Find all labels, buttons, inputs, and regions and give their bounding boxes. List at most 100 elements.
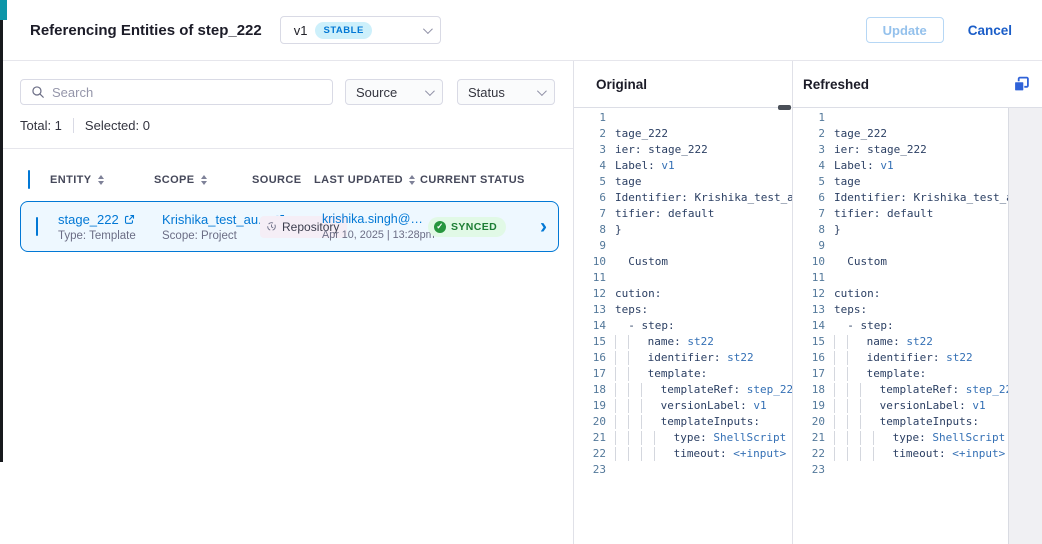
- original-code-editor[interactable]: 12tage_2223ier: stage_2224Label: v15tage…: [574, 108, 792, 478]
- indent-guide-icon: [834, 383, 847, 397]
- code-text: ier: stage_222: [606, 142, 792, 158]
- sort-icon: [98, 175, 104, 185]
- code-text: cution:: [606, 286, 792, 302]
- indent-guide-icon: [628, 399, 641, 413]
- scope-link[interactable]: Krishika_test_au...: [162, 212, 269, 227]
- code-line: 7tifier: default: [574, 206, 792, 222]
- code-line: 10 Custom: [793, 254, 1042, 270]
- code-segment: tifier: default: [834, 207, 933, 220]
- indent-guide-icon: [615, 383, 628, 397]
- column-header-entity[interactable]: ENTITY: [50, 174, 154, 186]
- version-value: v1: [294, 23, 308, 38]
- line-number: 21: [574, 430, 606, 446]
- column-header-last-updated[interactable]: LAST UPDATED: [314, 174, 420, 186]
- code-segment: tage_222: [834, 127, 887, 140]
- code-line: 23: [793, 462, 1042, 478]
- indent-guide-icon: [834, 367, 847, 381]
- code-line: 15 name: st22: [574, 334, 792, 350]
- indent-guide-icon: [860, 415, 873, 429]
- line-number: 2: [574, 126, 606, 142]
- code-line: 4Label: v1: [793, 158, 1042, 174]
- code-line: 15 name: st22: [793, 334, 1042, 350]
- indent-guide-icon: [860, 431, 873, 445]
- code-segment: Custom: [615, 255, 668, 268]
- code-line: 3ier: stage_222: [793, 142, 1042, 158]
- update-button[interactable]: Update: [866, 17, 944, 43]
- table-row[interactable]: stage_222 Type: Template Krishika_test_a…: [20, 201, 559, 252]
- code-segment: v1: [972, 399, 985, 412]
- external-link-icon: [124, 214, 135, 225]
- indent-guide-icon: [847, 367, 860, 381]
- code-segment: cution:: [615, 287, 661, 300]
- indent-guide-icon: [654, 431, 667, 445]
- code-line: 8}: [793, 222, 1042, 238]
- code-line: 19 versionLabel: v1: [793, 398, 1042, 414]
- code-line: 12cution:: [793, 286, 1042, 302]
- line-number: 16: [574, 350, 606, 366]
- code-line: 21 type: ShellScript: [574, 430, 792, 446]
- code-line: 19 versionLabel: v1: [574, 398, 792, 414]
- select-all-checkbox[interactable]: [28, 170, 30, 189]
- code-line: 2tage_222: [793, 126, 1042, 142]
- cancel-button[interactable]: Cancel: [968, 23, 1012, 38]
- line-number: 12: [574, 286, 606, 302]
- line-number: 18: [793, 382, 825, 398]
- code-text: }: [606, 222, 792, 238]
- line-number: 16: [793, 350, 825, 366]
- version-select[interactable]: v1 STABLE: [280, 16, 441, 44]
- chevron-right-icon[interactable]: ›: [540, 216, 561, 237]
- refreshed-panel-title: Refreshed: [803, 77, 869, 92]
- code-segment: Label:: [834, 159, 880, 172]
- copy-icon: [1013, 76, 1030, 93]
- indent-guide-icon: [615, 367, 628, 381]
- indent-guide-icon: [641, 399, 654, 413]
- line-number: 22: [793, 446, 825, 462]
- code-line: 5tage: [574, 174, 792, 190]
- selected-count: Selected: 0: [85, 118, 150, 133]
- code-line: 4Label: v1: [574, 158, 792, 174]
- updated-by-link[interactable]: krishika.singh@harnes...: [322, 212, 424, 226]
- code-line: 9: [793, 238, 1042, 254]
- refreshed-code-editor[interactable]: 12tage_2223ier: stage_2224Label: v15tage…: [793, 108, 1042, 478]
- indent-guide-icon: [834, 415, 847, 429]
- indent-guide-icon: [847, 383, 860, 397]
- code-segment: st22: [946, 351, 973, 364]
- line-number: 23: [793, 462, 825, 478]
- status-filter-dropdown[interactable]: Status: [457, 79, 555, 105]
- code-text: [606, 238, 792, 254]
- code-segment: templateRef:: [873, 383, 966, 396]
- search-icon: [31, 85, 45, 99]
- code-segment: timeout:: [886, 447, 952, 460]
- code-segment: type:: [886, 431, 932, 444]
- vertical-scrollbar-gutter[interactable]: [1008, 108, 1042, 544]
- indent-guide-icon: [860, 447, 873, 461]
- status-badge: ✓ SYNCED: [428, 217, 506, 237]
- line-number: 5: [793, 174, 825, 190]
- copy-button[interactable]: [1013, 76, 1030, 93]
- code-segment: tage_222: [615, 127, 668, 140]
- source-filter-dropdown[interactable]: Source: [345, 79, 443, 105]
- search-input[interactable]: [52, 85, 322, 100]
- code-line: 20 templateInputs:: [574, 414, 792, 430]
- original-panel-title: Original: [596, 77, 647, 92]
- code-text: [606, 110, 792, 126]
- indent-guide-icon: [641, 415, 654, 429]
- original-yaml-panel: Original 12tage_2223ier: stage_2224Label…: [574, 61, 792, 544]
- horizontal-scrollbar-thumb[interactable]: [778, 105, 791, 110]
- refreshed-panel-header: Refreshed: [793, 61, 1042, 108]
- chevron-down-icon: [425, 86, 435, 96]
- column-header-scope[interactable]: SCOPE: [154, 174, 252, 186]
- indent-guide-icon: [628, 447, 641, 461]
- code-line: 16 identifier: st22: [793, 350, 1042, 366]
- code-segment: type:: [667, 431, 713, 444]
- row-checkbox[interactable]: [36, 217, 38, 236]
- code-line: 6Identifier: Krishika_test_aut: [793, 190, 1042, 206]
- line-number: 14: [793, 318, 825, 334]
- entity-link[interactable]: stage_222: [58, 212, 119, 227]
- code-text: versionLabel: v1: [606, 398, 792, 414]
- line-number: 10: [574, 254, 606, 270]
- line-number: 17: [574, 366, 606, 382]
- line-number: 9: [574, 238, 606, 254]
- scope-detail: Scope: Project: [162, 230, 260, 242]
- code-segment: versionLabel:: [873, 399, 972, 412]
